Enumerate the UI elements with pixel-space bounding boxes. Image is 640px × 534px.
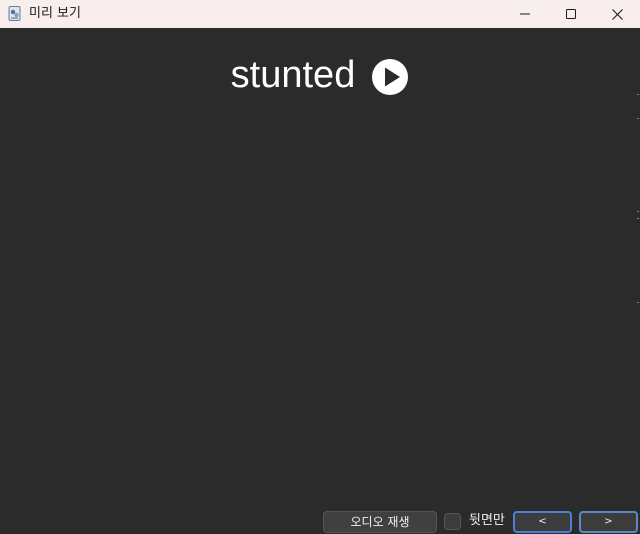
minimize-icon <box>520 13 530 15</box>
close-icon <box>611 8 623 20</box>
maximize-icon <box>566 9 576 19</box>
play-audio-button[interactable]: 오디오 재생 <box>323 511 437 533</box>
preview-content: stunted 오디오 재생 뒷면만 < > <box>0 28 640 534</box>
minimize-button[interactable] <box>502 0 548 28</box>
bottom-toolbar: 오디오 재생 뒷면만 < > <box>0 508 640 534</box>
back-only-checkbox[interactable] <box>444 513 461 530</box>
next-card-button[interactable]: > <box>579 511 638 533</box>
play-circle-icon[interactable] <box>371 58 409 96</box>
preview-window: 미리 보기 stunted 오디오 재생 뒷면만 < > <box>0 0 640 534</box>
card-word: stunted <box>230 54 356 96</box>
app-doc-icon <box>8 6 21 21</box>
back-only-label: 뒷면만 <box>469 513 505 528</box>
prev-card-button[interactable]: < <box>513 511 572 533</box>
title-bar[interactable]: 미리 보기 <box>0 0 640 28</box>
close-button[interactable] <box>594 0 640 28</box>
card-front: stunted <box>0 50 640 100</box>
window-title: 미리 보기 <box>29 6 81 21</box>
scroll-mark <box>637 211 639 212</box>
scroll-mark <box>637 302 639 303</box>
scroll-mark <box>637 218 639 219</box>
scroll-mark <box>637 118 639 119</box>
scroll-mark <box>637 94 639 95</box>
maximize-button[interactable] <box>548 0 594 28</box>
